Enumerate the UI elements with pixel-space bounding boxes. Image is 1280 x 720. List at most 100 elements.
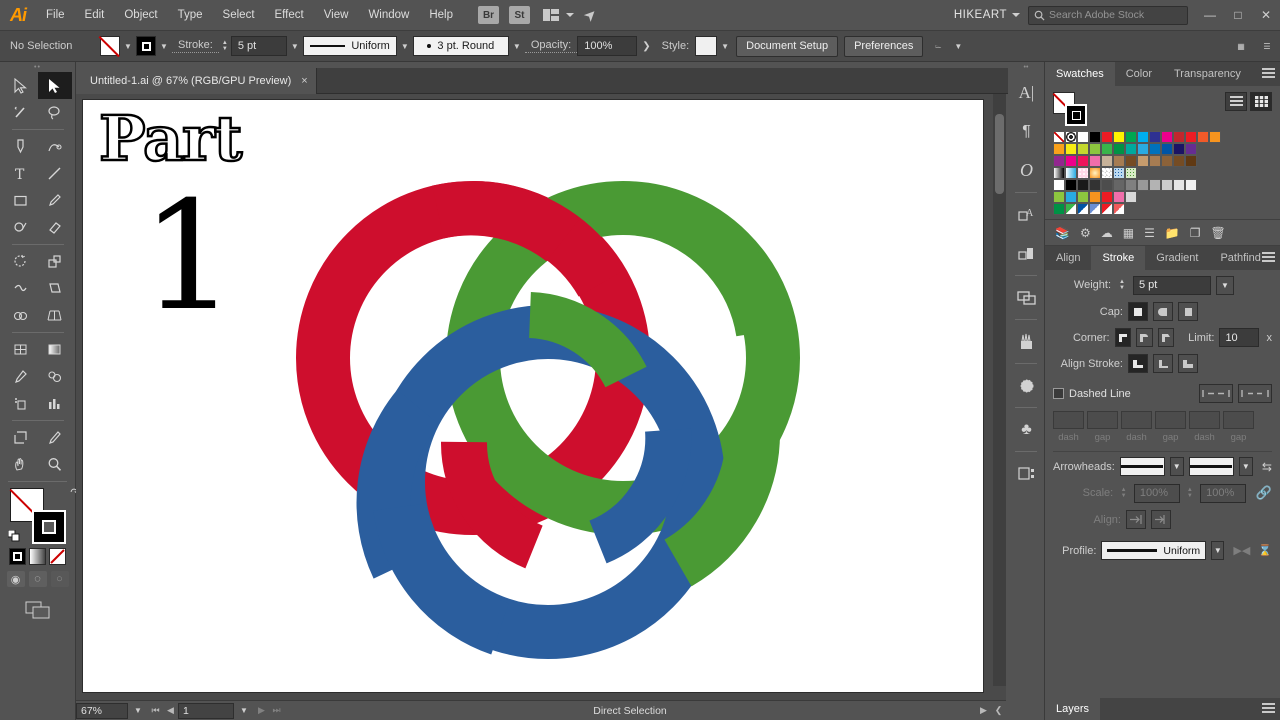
opentype-panel-icon[interactable]: O bbox=[1008, 151, 1045, 190]
swatch-cell[interactable] bbox=[1137, 155, 1149, 167]
next-artboard-button[interactable]: ▶ bbox=[254, 705, 269, 716]
swatch-cell[interactable] bbox=[1173, 155, 1185, 167]
swatch-cell[interactable] bbox=[1065, 167, 1077, 179]
tab-swatches[interactable]: Swatches bbox=[1045, 62, 1115, 86]
scale-field-1[interactable]: 100% bbox=[1133, 483, 1180, 503]
swatch-libraries-icon[interactable]: 📚 bbox=[1055, 226, 1070, 240]
swatch-cell[interactable] bbox=[1089, 143, 1101, 155]
swatch-cell[interactable] bbox=[1161, 179, 1173, 191]
opacity-expand-arrow-icon[interactable]: ❯ bbox=[637, 41, 655, 52]
swatch-cell[interactable] bbox=[1137, 179, 1149, 191]
artboard-number-field[interactable]: 1 bbox=[178, 702, 234, 719]
selection-tool[interactable] bbox=[4, 72, 38, 99]
three-ring-knot-artwork[interactable] bbox=[268, 130, 828, 690]
status-collapse-icon[interactable]: ❮ bbox=[991, 705, 1006, 716]
stroke-panel-menu-icon[interactable] bbox=[1262, 252, 1275, 263]
stroke-chevron-down-icon[interactable]: ▼ bbox=[156, 36, 172, 56]
swatch-cell[interactable] bbox=[1149, 155, 1161, 167]
align-stroke-outside-button[interactable] bbox=[1178, 354, 1198, 373]
zoom-tool[interactable] bbox=[38, 451, 72, 478]
swatch-cell[interactable] bbox=[1089, 167, 1101, 179]
draw-inside-button[interactable]: ○ bbox=[50, 571, 69, 587]
tab-align[interactable]: Align bbox=[1045, 246, 1091, 270]
swatch-cell[interactable] bbox=[1077, 167, 1089, 179]
icondock-grip[interactable]: •• bbox=[1008, 62, 1044, 73]
swatch-cell[interactable] bbox=[1125, 167, 1137, 179]
swatch-cell[interactable] bbox=[1125, 179, 1137, 191]
dashed-line-checkbox[interactable] bbox=[1053, 388, 1064, 399]
line-segment-tool[interactable] bbox=[38, 160, 72, 187]
scale-stepper-1[interactable]: ▲ ▼ bbox=[1118, 483, 1129, 503]
default-fill-stroke-icon[interactable] bbox=[7, 530, 20, 542]
canvas-vscroll-thumb[interactable] bbox=[995, 114, 1004, 194]
swatch-group-icon[interactable]: ▦ bbox=[1123, 226, 1134, 240]
swatches-stroke-swatch[interactable] bbox=[1065, 104, 1087, 126]
bridge-button[interactable]: Br bbox=[478, 6, 499, 24]
swatch-cell[interactable] bbox=[1065, 143, 1077, 155]
scale-field-2[interactable]: 100% bbox=[1200, 483, 1246, 503]
swatch-cell[interactable] bbox=[1089, 155, 1101, 167]
pen-tool[interactable] bbox=[4, 133, 38, 160]
swatch-cell[interactable] bbox=[1149, 179, 1161, 191]
artboard-chevron-down-icon[interactable]: ▼ bbox=[234, 706, 254, 715]
workspace-switcher[interactable]: HIKEART bbox=[954, 9, 1007, 21]
swatch-cell[interactable] bbox=[1053, 203, 1065, 215]
swatch-cell[interactable] bbox=[1101, 179, 1113, 191]
fill-color-swatch[interactable] bbox=[100, 36, 120, 56]
swatch-link-icon[interactable]: ⚙ bbox=[1080, 226, 1091, 240]
bevel-join-button[interactable] bbox=[1157, 328, 1175, 347]
symbols-panel-icon[interactable] bbox=[1008, 366, 1045, 405]
menu-file[interactable]: File bbox=[36, 0, 75, 31]
limit-field[interactable]: 10 bbox=[1219, 328, 1259, 347]
active-tool-label[interactable]: Direct Selection bbox=[284, 705, 976, 717]
scale-stepper-2[interactable]: ▲ ▼ bbox=[1185, 483, 1196, 503]
arrowhead-end-select[interactable] bbox=[1188, 457, 1234, 476]
dash-adjust-button[interactable] bbox=[1238, 384, 1272, 403]
arrange-grid-icon[interactable]: ▦ bbox=[1228, 36, 1254, 56]
swatch-cell[interactable] bbox=[1173, 179, 1185, 191]
swatch-cell[interactable] bbox=[1053, 179, 1065, 191]
dash-field-1[interactable] bbox=[1053, 411, 1084, 429]
minimize-button[interactable]: — bbox=[1196, 0, 1224, 31]
weight-chevron-down-icon[interactable]: ▼ bbox=[1216, 275, 1234, 295]
swatch-cell[interactable] bbox=[1113, 191, 1125, 203]
brush-definition-field[interactable]: 3 pt. Round bbox=[412, 36, 509, 56]
swatch-cell[interactable] bbox=[1065, 191, 1077, 203]
new-swatch-icon[interactable]: ❐ bbox=[1190, 226, 1201, 240]
artwork-number-text[interactable]: 1 bbox=[141, 182, 236, 332]
arrowhead-end-chevron-icon[interactable]: ▼ bbox=[1238, 457, 1253, 476]
mesh-tool[interactable] bbox=[4, 336, 38, 363]
swatch-cell[interactable] bbox=[1053, 131, 1065, 143]
layers-panel-icon[interactable] bbox=[1008, 278, 1045, 317]
swatch-cell[interactable] bbox=[1125, 131, 1137, 143]
document-tab-close-icon[interactable]: × bbox=[301, 75, 307, 87]
align-cursor-icon[interactable]: ⌳ bbox=[926, 36, 950, 56]
tab-stroke[interactable]: Stroke bbox=[1091, 246, 1146, 270]
magic-wand-tool[interactable] bbox=[4, 99, 38, 126]
swatch-cell[interactable] bbox=[1113, 203, 1125, 215]
document-setup-button[interactable]: Document Setup bbox=[736, 35, 839, 57]
draw-normal-button[interactable]: ◉ bbox=[6, 571, 25, 587]
gap-field-3[interactable] bbox=[1223, 411, 1254, 429]
eyedropper-tool[interactable] bbox=[4, 363, 38, 390]
swatch-cell[interactable] bbox=[1149, 131, 1161, 143]
menu-type[interactable]: Type bbox=[168, 0, 213, 31]
column-graph-tool[interactable] bbox=[38, 390, 72, 417]
lasso-tool[interactable] bbox=[38, 99, 72, 126]
menu-select[interactable]: Select bbox=[213, 0, 265, 31]
curvature-tool[interactable] bbox=[38, 133, 72, 160]
swatch-cell[interactable] bbox=[1077, 179, 1089, 191]
opacity-field[interactable]: 100% bbox=[577, 36, 638, 56]
arrowhead-start-chevron-icon[interactable]: ▼ bbox=[1169, 457, 1184, 476]
panel-dock-icon[interactable]: ☰ bbox=[1254, 36, 1280, 56]
width-tool[interactable] bbox=[4, 275, 38, 302]
swatches-panel-menu-icon[interactable] bbox=[1262, 68, 1275, 79]
swatch-cell[interactable] bbox=[1065, 203, 1077, 215]
asset-export-panel-icon[interactable] bbox=[1008, 454, 1045, 493]
perspective-grid-tool[interactable] bbox=[38, 302, 72, 329]
style-chevron-down-icon[interactable]: ▼ bbox=[717, 36, 733, 56]
swatch-cloud-icon[interactable]: ☁ bbox=[1101, 226, 1113, 240]
rectangle-tool[interactable] bbox=[4, 187, 38, 214]
document-tab[interactable]: Untitled-1.ai @ 67% (RGB/GPU Preview) × bbox=[80, 68, 317, 94]
swatch-cell[interactable] bbox=[1113, 131, 1125, 143]
